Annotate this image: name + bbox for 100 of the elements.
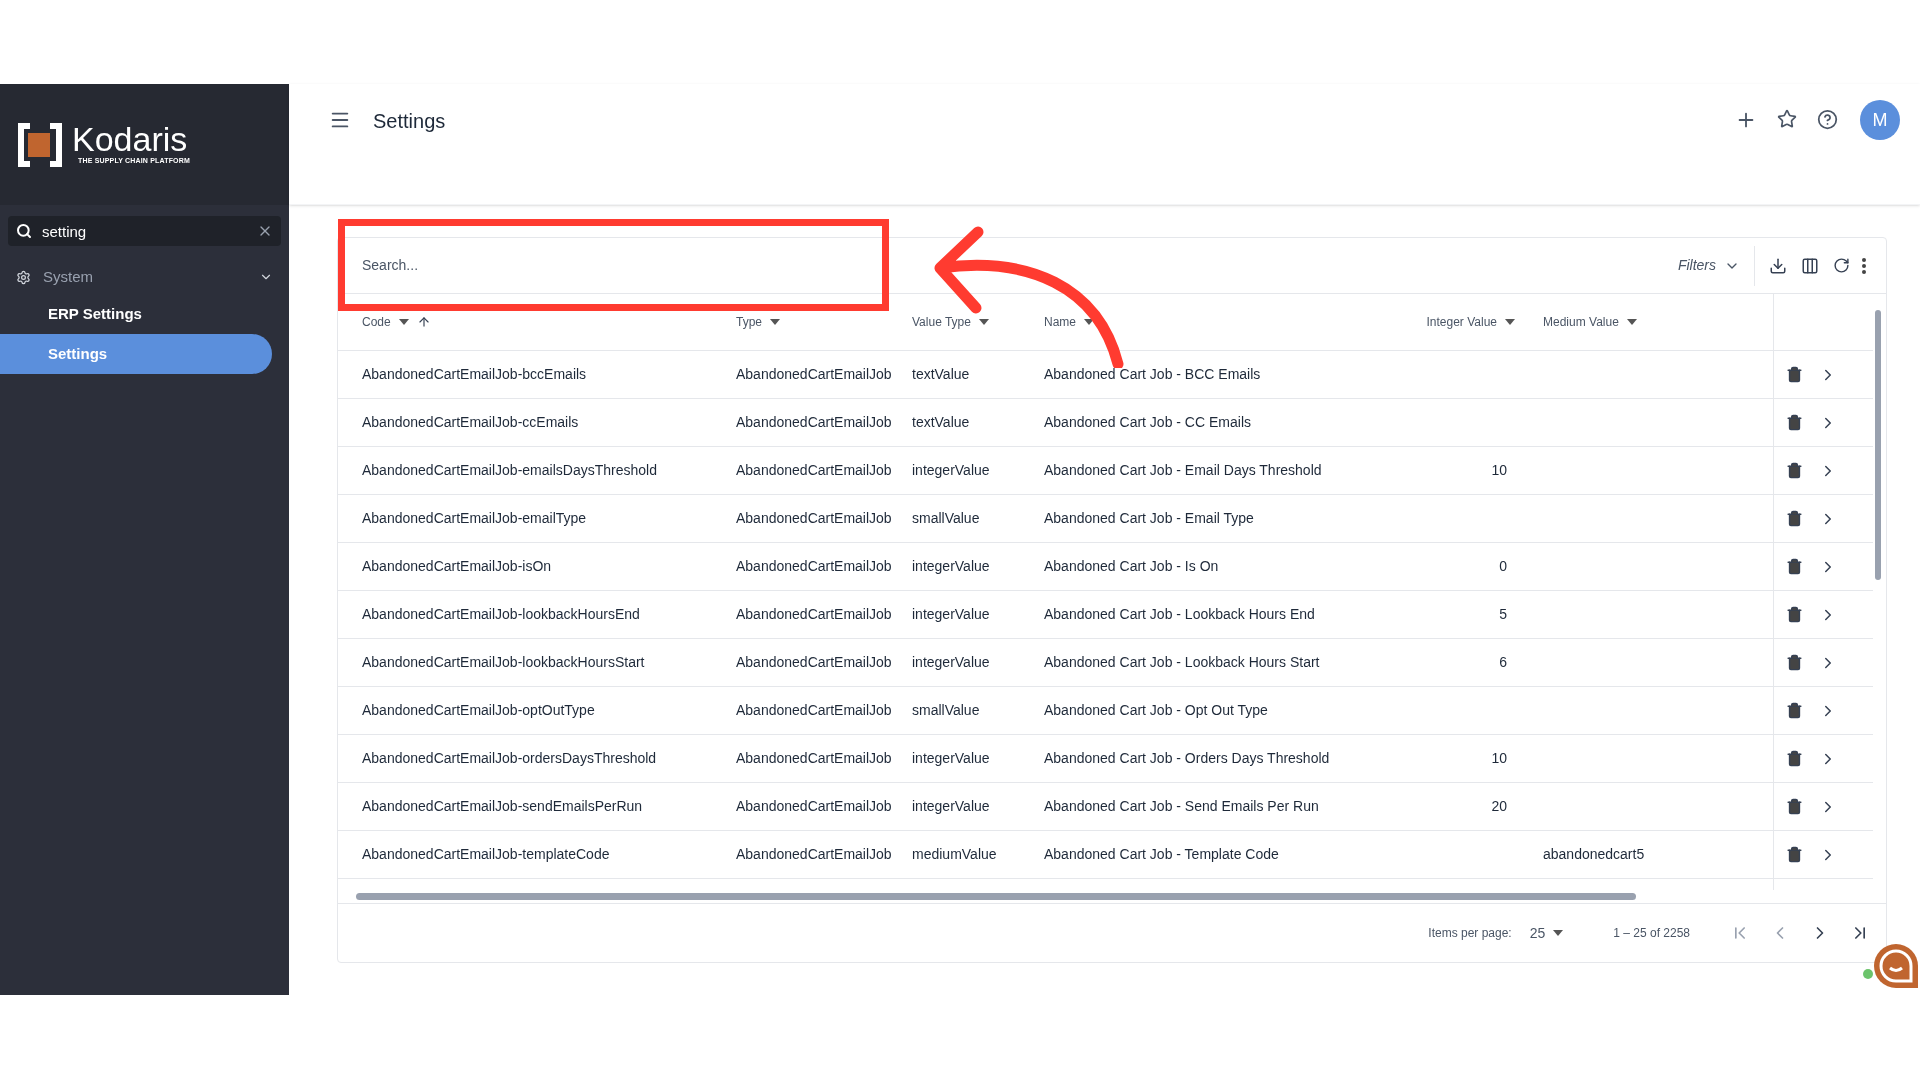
caret-icon (398, 319, 409, 325)
table-cell: 20 (1491, 798, 1507, 814)
table-cell-text: AbandonedCartEmailJob-templateCode (362, 845, 611, 864)
search-field[interactable]: Search... (362, 255, 762, 276)
table-cell-text: AbandonedCartEmailJob (736, 509, 893, 528)
table-cell-text: Abandoned Cart Job - Is On (1044, 557, 1220, 576)
trash-icon (1786, 510, 1803, 527)
delete-button[interactable] (1786, 462, 1803, 479)
more-icon (1862, 257, 1866, 274)
download-button[interactable] (1769, 256, 1787, 275)
table-cell-text: AbandonedCartEmailJob (736, 557, 893, 576)
help-button[interactable] (1817, 109, 1838, 130)
table-cell-text: AbandonedCartEmailJob (736, 749, 893, 768)
table-cell-text: AbandonedCartEmailJob (736, 605, 893, 624)
column-header[interactable]: Name (1044, 313, 1094, 331)
delete-button[interactable] (1786, 510, 1803, 527)
caret-icon (1084, 319, 1094, 325)
table-cell: 6 (1499, 654, 1507, 670)
table-cell-text: Abandoned Cart Job - Email Type (1044, 509, 1255, 528)
delete-button[interactable] (1786, 606, 1803, 623)
table-cell-text: AbandonedCartEmailJob (736, 461, 893, 480)
table-cell-text: AbandonedCartEmailJob-sendEmailsPerRun (362, 797, 644, 816)
table-cell-text: Abandoned Cart Job - Template Code (1044, 845, 1280, 864)
star-icon (1777, 109, 1797, 129)
table-cell-text: AbandonedCartEmailJob (736, 797, 893, 816)
table-row[interactable]: AbandonedCartEmailJob-templateCode AbandonedCartEmailJob mediumValue Abandoned Cart Job - Template Code abandonedcart5 (338, 831, 1773, 879)
column-header[interactable]: Code (362, 313, 409, 331)
logo-wordmark: Kodaris (72, 122, 188, 157)
sidebar-search-field[interactable]: setting (42, 216, 247, 246)
table-cell-text: integerValue (912, 797, 991, 816)
caret-icon (770, 319, 780, 325)
table-cell-text: textValue (912, 413, 971, 432)
page-size-select[interactable]: 25 (1529, 922, 1564, 944)
table-cell-text: integerValue (912, 653, 991, 672)
caret-icon (1505, 319, 1515, 325)
nav-group[interactable]: System (0, 260, 289, 294)
table-row[interactable]: AbandonedCartEmailJob-bccEmails AbandonedCartEmailJob textValue Abandoned Cart Job - BCC Emails (338, 351, 1773, 399)
table-cell-text: AbandonedCartEmailJob (736, 845, 893, 864)
table-cell-text: Abandoned Cart Job - Lookback Hours Start (1044, 653, 1321, 672)
delete-button[interactable] (1786, 558, 1803, 575)
favorite-button[interactable] (1777, 109, 1797, 129)
delete-button[interactable] (1786, 414, 1803, 431)
table-cell-text: AbandonedCartEmailJob-optOutType (362, 701, 596, 720)
table-cell-text: AbandonedCartEmailJob-emailType (362, 509, 588, 528)
trash-icon (1786, 414, 1803, 431)
delete-button[interactable] (1786, 702, 1803, 719)
trash-icon (1786, 606, 1803, 623)
column-header[interactable]: Type (736, 313, 780, 331)
column-header[interactable]: Integer Value (1426, 313, 1515, 331)
delete-button[interactable] (1786, 846, 1803, 863)
trash-icon (1786, 558, 1803, 575)
table-row[interactable]: AbandonedCartEmailJob-optOutType AbandonedCartEmailJob smallValue Abandoned Cart Job - Opt Out Type (338, 687, 1773, 735)
delete-button[interactable] (1786, 366, 1803, 383)
more-button[interactable] (1862, 257, 1866, 274)
table-cell-text: integerValue (912, 605, 991, 624)
table-cell-text: integerValue (912, 461, 991, 480)
sidebar-search-box[interactable]: setting (8, 216, 281, 246)
delete-button[interactable] (1786, 654, 1803, 671)
table-row[interactable]: AbandonedCartEmailJob-isOn AbandonedCartEmailJob integerValue Abandoned Cart Job - Is On 0 (338, 543, 1773, 591)
delete-button[interactable] (1786, 798, 1803, 815)
table-cell-text: integerValue (912, 557, 991, 576)
page-range: 1 – 25 of 2258 (1613, 925, 1690, 942)
filters-button[interactable]: Filters (1677, 245, 1755, 286)
table-row[interactable]: AbandonedCartEmailJob-lookbackHoursEnd AbandonedCartEmailJob integerValue Abandoned Cart Job - Lookback Hours End 5 (338, 591, 1773, 639)
trash-icon (1786, 366, 1803, 383)
table-cell-text: smallValue (912, 509, 981, 528)
table-row[interactable]: AbandonedCartEmailJob-lookbackHoursStart AbandonedCartEmailJob integerValue Abandoned Cart Job - Lookback Hours Start 6 (338, 639, 1773, 687)
table-cell: 5 (1499, 606, 1507, 622)
columns-button[interactable] (1801, 256, 1819, 275)
column-header[interactable]: Value Type (912, 313, 989, 331)
column-header[interactable]: Medium Value (1543, 313, 1637, 331)
refresh-icon (1833, 257, 1850, 274)
logo-icon (18, 122, 62, 167)
trash-icon (1786, 798, 1803, 815)
table-cell-text: AbandonedCartEmailJob (736, 653, 893, 672)
trash-icon (1786, 462, 1803, 479)
delete-button[interactable] (1786, 750, 1803, 767)
table-cell-text: integerValue (912, 749, 991, 768)
nav-item[interactable]: ERP Settings (0, 294, 272, 334)
refresh-button[interactable] (1833, 257, 1850, 274)
table-row[interactable]: AbandonedCartEmailJob-sendEmailsPerRun AbandonedCartEmailJob integerValue Abandoned Cart Job - Send Emails Per Run 20 (338, 783, 1773, 831)
table-cell-text: mediumValue (912, 845, 998, 864)
table-cell-text: AbandonedCartEmailJob-isOn (362, 557, 553, 576)
table-row[interactable]: AbandonedCartEmailJob-emailType AbandonedCartEmailJob smallValue Abandoned Cart Job - Email Type (338, 495, 1773, 543)
table-row[interactable]: AbandonedCartEmailJob-ccEmails AbandonedCartEmailJob textValue Abandoned Cart Job - CC Emails (338, 399, 1773, 447)
page-title: Settings (373, 109, 446, 134)
table-row[interactable]: AbandonedCartEmailJob-emailsDaysThreshold AbandonedCartEmailJob integerValue Abandoned Cart Job - Email Days Threshold 10 (338, 447, 1773, 495)
table-cell-text: AbandonedCartEmailJob-ccEmails (362, 413, 580, 432)
table-cell-text: AbandonedCartEmailJob-ordersDaysThreshold (362, 749, 658, 768)
trash-icon (1786, 654, 1803, 671)
chat-widget-icon[interactable] (1862, 942, 1920, 990)
horizontal-scrollbar[interactable] (338, 890, 1886, 904)
table-cell-text: Abandoned Cart Job - Orders Days Threshold (1044, 749, 1331, 768)
gear-icon (16, 269, 31, 285)
caret-icon (1553, 930, 1564, 936)
table-cell-text: Abandoned Cart Job - Lookback Hours End (1044, 605, 1316, 624)
table-cell-text: Abandoned Cart Job - Email Days Threshold (1044, 461, 1323, 480)
table-row[interactable]: AbandonedCartEmailJob-ordersDaysThreshold AbandonedCartEmailJob integerValue Abandoned Cart Job - Orders Days Threshold 10 (338, 735, 1773, 783)
table-cell-text: Abandoned Cart Job - CC Emails (1044, 413, 1252, 432)
search-icon (16, 223, 32, 239)
